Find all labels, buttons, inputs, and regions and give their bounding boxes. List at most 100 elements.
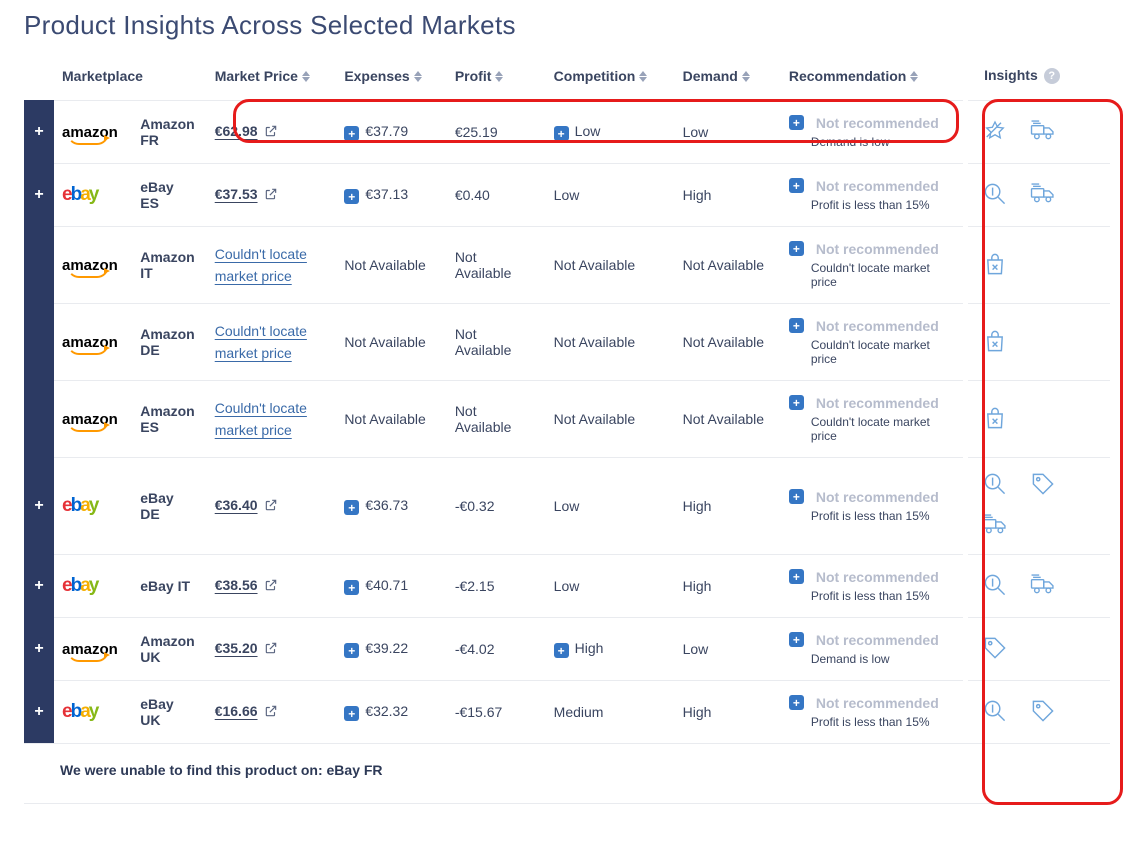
col-demand[interactable]: Demand [673,49,779,101]
expenses-cell: Not Available [334,381,445,458]
expand-icon[interactable]: + [344,500,359,515]
help-icon[interactable]: ? [1044,68,1060,84]
expand-icon[interactable]: + [789,695,804,710]
demand-cell: High [673,458,779,555]
external-link-icon[interactable] [264,187,278,204]
expand-icon[interactable]: + [789,395,804,410]
profit-cell: €25.19 [445,101,544,164]
recommendation-cell: +Not recommendedProfit is less than 15% [779,681,964,744]
ebay-logo: ebay [62,184,97,205]
truck-icon[interactable] [1030,573,1056,600]
market-price-cell[interactable]: €38.56 [205,555,335,618]
market-price-cell[interactable]: €36.40 [205,458,335,555]
sort-icon[interactable] [639,71,647,82]
expenses-cell: Not Available [334,304,445,381]
sort-icon[interactable] [302,71,310,82]
expenses-cell: +€32.32 [334,681,445,744]
col-market-price[interactable]: Market Price [205,49,335,101]
expenses-cell: +€36.73 [334,458,445,555]
ebay-logo: ebay [62,701,97,722]
tag-icon[interactable] [982,636,1008,663]
truck-icon[interactable] [1030,119,1056,146]
expand-row-button[interactable]: + [24,621,54,677]
magnifier-icon[interactable] [982,699,1008,726]
marketplace-name: Amazon FR [130,101,204,164]
demand-cell: High [673,555,779,618]
market-price-cell[interactable]: €16.66 [205,681,335,744]
market-price-cell[interactable]: Couldn't locate market price [205,227,335,304]
recommendation-cell: +Not recommendedCouldn't locate market p… [779,304,964,381]
expand-icon[interactable]: + [789,632,804,647]
sort-icon[interactable] [742,71,750,82]
expenses-cell: +€37.13 [334,164,445,227]
expand-icon[interactable]: + [344,126,359,141]
external-link-icon[interactable] [264,578,278,595]
expand-icon[interactable]: + [789,569,804,584]
tag-icon[interactable] [1030,699,1056,726]
expand-icon[interactable]: + [344,706,359,721]
bag-x-icon[interactable] [982,329,1008,356]
external-link-icon[interactable] [264,704,278,721]
expand-icon[interactable]: + [344,189,359,204]
market-price-cell[interactable]: Couldn't locate market price [205,304,335,381]
sort-icon[interactable] [910,71,918,82]
competition-cell: Low [544,164,673,227]
magnifier-icon[interactable] [982,573,1008,600]
expand-icon[interactable]: + [789,178,804,193]
sort-icon[interactable] [495,71,503,82]
bag-x-icon[interactable] [982,252,1008,279]
col-competition[interactable]: Competition [544,49,673,101]
insights-cell [968,458,1110,555]
recommendation-cell: +Not recommendedDemand is low [779,101,964,164]
amazon-logo: amazon [62,411,118,428]
demand-cell: Low [673,101,779,164]
recommendation-cell: +Not recommendedProfit is less than 15% [779,458,964,555]
bag-x-icon[interactable] [982,406,1008,433]
insights-cell [968,618,1110,681]
expand-row-button[interactable]: + [24,104,54,160]
col-marketplace[interactable]: Marketplace [54,49,205,101]
expand-icon[interactable]: + [789,115,804,130]
expand-icon[interactable]: + [344,643,359,658]
expand-row-button[interactable]: + [24,478,54,534]
truck-icon[interactable] [982,513,1008,540]
expand-icon[interactable]: + [789,241,804,256]
expand-row-button[interactable]: + [24,684,54,740]
ebay-logo: ebay [62,495,97,516]
insights-cell [968,304,1110,381]
expand-row-button[interactable]: + [24,167,54,223]
expenses-cell: +€40.71 [334,555,445,618]
expand-icon[interactable]: + [554,126,569,141]
external-link-icon[interactable] [264,498,278,515]
ebay-logo: ebay [62,575,97,596]
expand-icon[interactable]: + [554,643,569,658]
expand-icon[interactable]: + [789,489,804,504]
profit-cell: Not Available [445,381,544,458]
external-link-icon[interactable] [264,641,278,658]
market-price-cell[interactable]: €35.20 [205,618,335,681]
market-price-cell[interactable]: €62.98 [205,101,335,164]
recommendation-cell: +Not recommendedProfit is less than 15% [779,164,964,227]
col-recommendation[interactable]: Recommendation [779,49,964,101]
truck-icon[interactable] [1030,182,1056,209]
expand-row-button[interactable]: + [24,558,54,614]
col-insights: Insights? [968,49,1110,101]
market-price-cell[interactable]: Couldn't locate market price [205,381,335,458]
col-expenses[interactable]: Expenses [334,49,445,101]
star-icon[interactable] [982,119,1008,146]
not-found-notice: We were unable to find this product on: … [24,743,1110,792]
col-profit[interactable]: Profit [445,49,544,101]
magnifier-icon[interactable] [982,472,1008,499]
tag-icon[interactable] [1030,472,1056,499]
sort-icon[interactable] [414,71,422,82]
magnifier-icon[interactable] [982,182,1008,209]
external-link-icon[interactable] [264,124,278,141]
profit-cell: -€4.02 [445,618,544,681]
expand-icon[interactable]: + [789,318,804,333]
competition-cell: Not Available [544,381,673,458]
marketplace-name: Amazon ES [130,381,204,458]
recommendation-cell: +Not recommendedProfit is less than 15% [779,555,964,618]
expand-icon[interactable]: + [344,580,359,595]
profit-cell: -€15.67 [445,681,544,744]
market-price-cell[interactable]: €37.53 [205,164,335,227]
